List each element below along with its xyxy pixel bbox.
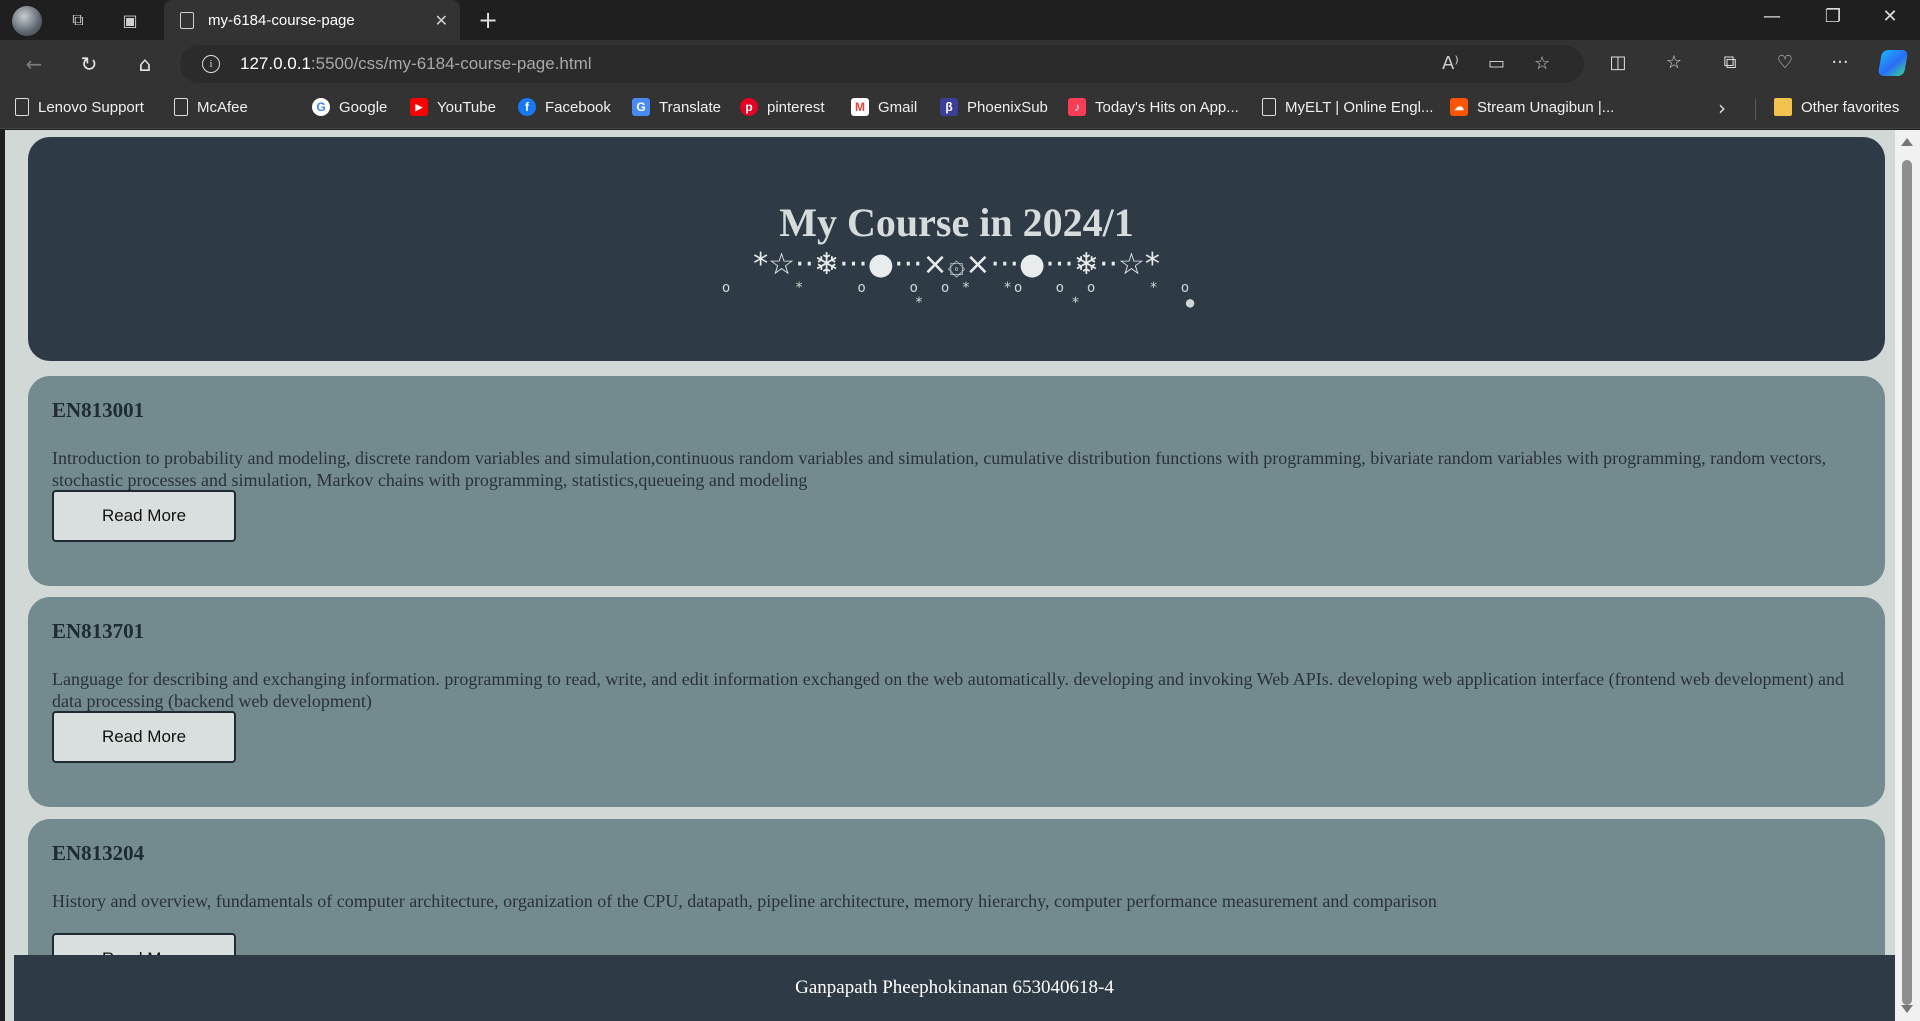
bookmark-label: PhoenixSub bbox=[967, 98, 1048, 116]
title-bar: ⧉ ▣ my-6184-course-page ✕ + — ❐ ✕ bbox=[0, 0, 1920, 40]
page-title: My Course in 2024/1 bbox=[779, 200, 1134, 245]
back-icon[interactable]: ← bbox=[20, 50, 48, 78]
profile-avatar[interactable] bbox=[12, 6, 42, 36]
split-screen-icon[interactable]: ◫ bbox=[1604, 52, 1632, 73]
bookmark-google[interactable]: G Google bbox=[312, 98, 387, 116]
collections-icon[interactable]: ⧉ bbox=[1716, 52, 1744, 73]
workspaces-icon[interactable]: ⧉ bbox=[66, 8, 90, 32]
close-tab-icon[interactable]: ✕ bbox=[435, 11, 448, 30]
url-text[interactable]: 127.0.0.1:5500/css/my-6184-course-page.h… bbox=[240, 54, 592, 74]
more-options-icon[interactable]: ··· bbox=[1826, 52, 1854, 73]
bookmark-label: Today's Hits on App... bbox=[1095, 98, 1239, 116]
vertical-tabs-icon[interactable]: ▣ bbox=[118, 8, 142, 32]
new-tab-icon[interactable]: + bbox=[478, 6, 498, 34]
decorative-ornament-dangles: o * o o o * *o o o * o * * ● bbox=[721, 280, 1197, 312]
bookmark-label: YouTube bbox=[437, 98, 496, 116]
home-icon[interactable]: ⌂ bbox=[131, 50, 159, 78]
read-more-button[interactable]: Read More bbox=[52, 711, 236, 763]
bookmark-gmail[interactable]: M Gmail bbox=[851, 98, 917, 116]
hero-header: My Course in 2024/1 *☆··❄···●···×۞×···●·… bbox=[28, 137, 1885, 361]
bookmark-label: Google bbox=[339, 98, 388, 116]
bookmark-pinterest[interactable]: p pinterest bbox=[740, 98, 825, 116]
google-icon: G bbox=[312, 98, 330, 116]
scrollbar-thumb[interactable] bbox=[1902, 160, 1912, 1005]
footer-text: Ganpapath Pheephokinanan 653040618-4 bbox=[795, 977, 1114, 998]
bookmark-label: Gmail bbox=[878, 98, 918, 116]
translate-icon: G bbox=[632, 98, 650, 116]
bookmark-todays-hits[interactable]: ♪ Today's Hits on App... bbox=[1068, 98, 1239, 116]
course-card: EN813001 Introduction to probability and… bbox=[28, 376, 1885, 586]
read-more-button[interactable]: Read More bbox=[52, 490, 236, 542]
bookmark-lenovo-support[interactable]: Lenovo Support bbox=[15, 98, 144, 116]
scroll-down-icon[interactable] bbox=[1901, 1005, 1913, 1013]
course-code: EN813204 bbox=[52, 841, 145, 865]
bookmark-translate[interactable]: G Translate bbox=[632, 98, 721, 116]
folder-icon bbox=[1774, 98, 1792, 116]
facebook-icon: f bbox=[518, 98, 536, 116]
restore-icon[interactable]: ❐ bbox=[1813, 6, 1853, 27]
tab-active[interactable]: my-6184-course-page ✕ bbox=[164, 0, 460, 40]
read-aloud-icon[interactable]: A⁾ bbox=[1442, 53, 1459, 74]
navigation-bar: ← ↻ ⌂ i 127.0.0.1:5500/css/my-6184-cours… bbox=[0, 40, 1920, 88]
youtube-icon: ▶ bbox=[410, 98, 428, 116]
browser-essentials-icon[interactable]: ♡ bbox=[1771, 52, 1799, 73]
bookmark-other-favorites[interactable]: Other favorites bbox=[1774, 98, 1899, 116]
refresh-icon[interactable]: ↻ bbox=[75, 50, 103, 78]
bookmark-label: Facebook bbox=[545, 98, 611, 116]
copilot-icon[interactable] bbox=[1877, 50, 1909, 76]
bookmark-youtube[interactable]: ▶ YouTube bbox=[410, 98, 496, 116]
close-window-icon[interactable]: ✕ bbox=[1870, 6, 1910, 27]
course-code: EN813001 bbox=[52, 398, 145, 422]
bookmark-facebook[interactable]: f Facebook bbox=[518, 98, 611, 116]
chevron-right-icon[interactable]: › bbox=[1718, 96, 1726, 120]
tab-title: my-6184-course-page bbox=[208, 11, 355, 29]
decorative-ornament: *☆··❄···●···×۞×···●···❄··☆* bbox=[753, 247, 1161, 282]
bookmark-label: Translate bbox=[659, 98, 721, 116]
course-description: History and overview, fundamentals of co… bbox=[52, 891, 1437, 911]
page-icon bbox=[180, 11, 194, 29]
bookmark-stream-unagibun[interactable]: ☁ Stream Unagibun |... bbox=[1450, 98, 1614, 116]
immersive-reader-icon[interactable]: ▭ bbox=[1488, 53, 1505, 74]
bookmark-label: McAfee bbox=[197, 98, 248, 116]
bookmark-phoenixsub[interactable]: β PhoenixSub bbox=[940, 98, 1048, 116]
course-code: EN813701 bbox=[52, 619, 145, 643]
bookmark-myelt[interactable]: MyELT | Online Engl... bbox=[1262, 98, 1433, 116]
divider bbox=[1755, 98, 1756, 120]
bookmark-label: MyELT | Online Engl... bbox=[1285, 98, 1434, 116]
site-info-icon[interactable]: i bbox=[202, 55, 220, 73]
pinterest-icon: p bbox=[740, 98, 758, 116]
document-icon bbox=[15, 98, 29, 116]
bookmark-label: Stream Unagibun |... bbox=[1477, 98, 1615, 116]
bookmark-label: Other favorites bbox=[1801, 98, 1900, 116]
course-card: EN813701 Language for describing and exc… bbox=[28, 597, 1885, 807]
address-bar[interactable]: i 127.0.0.1:5500/css/my-6184-course-page… bbox=[180, 45, 1584, 83]
minimize-icon[interactable]: — bbox=[1752, 6, 1792, 27]
favorites-icon[interactable]: ☆ bbox=[1660, 52, 1688, 73]
scrollbar[interactable] bbox=[1895, 130, 1920, 1021]
course-description: Introduction to probability and modeling… bbox=[52, 448, 1827, 490]
course-description: Language for describing and exchanging i… bbox=[52, 669, 1845, 711]
document-icon bbox=[174, 98, 188, 116]
bookmark-label: Lenovo Support bbox=[38, 98, 144, 116]
gmail-icon: M bbox=[851, 98, 869, 116]
url-host: 127.0.0.1 bbox=[240, 54, 311, 73]
favorite-star-icon[interactable]: ☆ bbox=[1534, 53, 1550, 74]
page-footer: Ganpapath Pheephokinanan 653040618-4 bbox=[14, 955, 1895, 1021]
bookmark-mcafee[interactable]: McAfee bbox=[174, 98, 248, 116]
phoenixsub-icon: β bbox=[940, 98, 958, 116]
apple-music-icon: ♪ bbox=[1068, 98, 1086, 116]
bookmarks-bar: Lenovo Support McAfee G Google ▶ YouTube f… bbox=[0, 88, 1920, 129]
document-icon bbox=[1262, 98, 1276, 116]
scroll-up-icon[interactable] bbox=[1901, 138, 1913, 146]
soundcloud-icon: ☁ bbox=[1450, 98, 1468, 116]
bookmark-label: pinterest bbox=[767, 98, 825, 116]
page-viewport: My Course in 2024/1 *☆··❄···●···×۞×···●·… bbox=[5, 130, 1895, 1021]
url-path: :5500/css/my-6184-course-page.html bbox=[310, 54, 592, 73]
